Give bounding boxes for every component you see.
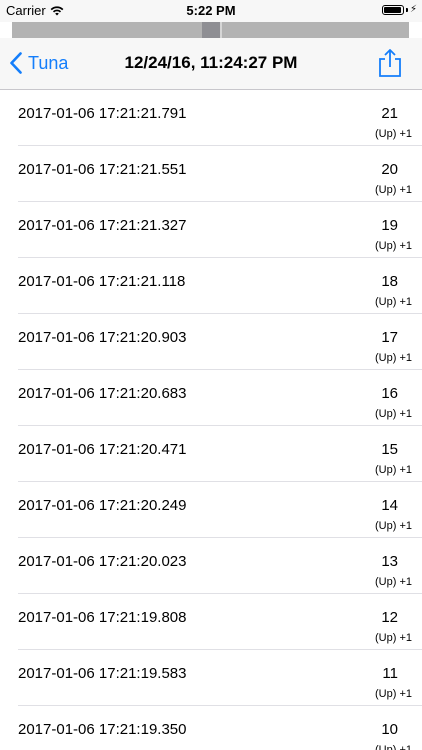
list-item[interactable]: 2017-01-06 17:21:19.350 10 (Up) +1 xyxy=(0,706,422,750)
row-value: 16 xyxy=(381,385,398,402)
row-timestamp: 2017-01-06 17:21:21.551 xyxy=(18,161,187,178)
event-list: 2017-01-06 17:21:21.791 21 (Up) +1 2017-… xyxy=(0,90,422,750)
row-detail: (Up) +1 xyxy=(375,408,412,420)
charging-icon: ⚡ xyxy=(409,4,417,15)
page-title: 12/24/16, 11:24:27 PM xyxy=(124,53,298,72)
battery-icon xyxy=(381,5,404,15)
row-value: 12 xyxy=(381,609,398,626)
row-detail: (Up) +1 xyxy=(375,688,412,700)
row-detail: (Up) +1 xyxy=(375,520,412,532)
row-value: 10 xyxy=(381,721,398,738)
row-timestamp: 2017-01-06 17:21:21.118 xyxy=(18,273,186,290)
list-item[interactable]: 2017-01-06 17:21:21.791 21 (Up) +1 xyxy=(0,90,422,146)
row-value: 18 xyxy=(381,273,398,290)
row-value: 14 xyxy=(381,497,398,514)
strip-marker xyxy=(202,22,220,38)
list-item[interactable]: 2017-01-06 17:21:21.327 19 (Up) +1 xyxy=(0,202,422,258)
row-value: 17 xyxy=(381,329,398,346)
row-detail: (Up) +1 xyxy=(375,744,412,750)
segment-strip xyxy=(12,22,409,38)
navigation-bar: Tuna 12/24/16, 11:24:27 PM xyxy=(0,38,422,90)
battery-cap xyxy=(405,8,408,12)
share-button[interactable] xyxy=(376,48,404,78)
row-detail: (Up) +1 xyxy=(375,128,412,140)
row-value: 15 xyxy=(381,441,398,458)
row-timestamp: 2017-01-06 17:21:20.471 xyxy=(18,441,187,458)
row-detail: (Up) +1 xyxy=(375,184,412,196)
row-timestamp: 2017-01-06 17:21:21.791 xyxy=(18,105,187,122)
row-value: 21 xyxy=(381,105,398,122)
row-value: 19 xyxy=(381,217,398,234)
strip-divider xyxy=(220,22,222,38)
row-timestamp: 2017-01-06 17:21:19.583 xyxy=(18,665,187,682)
status-time: 5:22 PM xyxy=(186,3,236,18)
list-item[interactable]: 2017-01-06 17:21:20.249 14 (Up) +1 xyxy=(0,482,422,538)
row-timestamp: 2017-01-06 17:21:20.903 xyxy=(18,329,187,346)
row-detail: (Up) +1 xyxy=(375,576,412,588)
status-bar: Carrier 5:22 PM ⚡ xyxy=(0,0,422,22)
list-item[interactable]: 2017-01-06 17:21:20.683 16 (Up) +1 xyxy=(0,370,422,426)
row-detail: (Up) +1 xyxy=(375,464,412,476)
screen: Carrier 5:22 PM ⚡ Tuna 12/24/16, 11:24:2… xyxy=(0,0,422,750)
row-timestamp: 2017-01-06 17:21:19.808 xyxy=(18,609,187,626)
row-timestamp: 2017-01-06 17:21:21.327 xyxy=(18,217,187,234)
row-value: 13 xyxy=(381,553,398,570)
list-item[interactable]: 2017-01-06 17:21:20.471 15 (Up) +1 xyxy=(0,426,422,482)
list-item[interactable]: 2017-01-06 17:21:19.808 12 (Up) +1 xyxy=(0,594,422,650)
row-timestamp: 2017-01-06 17:21:20.683 xyxy=(18,385,187,402)
row-timestamp: 2017-01-06 17:21:20.249 xyxy=(18,497,187,514)
list-item[interactable]: 2017-01-06 17:21:21.118 18 (Up) +1 xyxy=(0,258,422,314)
list-item[interactable]: 2017-01-06 17:21:20.023 13 (Up) +1 xyxy=(0,538,422,594)
row-timestamp: 2017-01-06 17:21:20.023 xyxy=(18,553,187,570)
row-value: 11 xyxy=(382,665,398,682)
row-detail: (Up) +1 xyxy=(375,632,412,644)
row-detail: (Up) +1 xyxy=(375,352,412,364)
row-detail: (Up) +1 xyxy=(375,240,412,252)
row-value: 20 xyxy=(381,161,398,178)
row-timestamp: 2017-01-06 17:21:19.350 xyxy=(18,721,187,738)
list-item[interactable]: 2017-01-06 17:21:19.583 11 (Up) +1 xyxy=(0,650,422,706)
list-item[interactable]: 2017-01-06 17:21:20.903 17 (Up) +1 xyxy=(0,314,422,370)
battery-level xyxy=(383,7,401,13)
share-icon xyxy=(379,49,401,77)
battery-indicator: ⚡ xyxy=(381,4,417,15)
row-detail: (Up) +1 xyxy=(375,296,412,308)
list-item[interactable]: 2017-01-06 17:21:21.551 20 (Up) +1 xyxy=(0,146,422,202)
